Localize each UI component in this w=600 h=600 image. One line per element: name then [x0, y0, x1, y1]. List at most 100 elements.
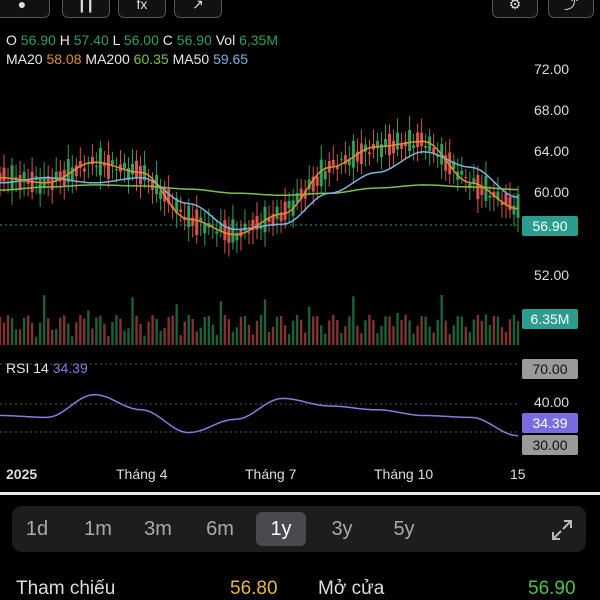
candle-body	[231, 219, 235, 243]
volume-bar	[87, 310, 90, 345]
candle-body	[215, 231, 219, 234]
volume-bar	[267, 332, 271, 345]
volume-bar	[179, 335, 182, 345]
volume-bar	[199, 327, 202, 345]
candle-body	[82, 168, 86, 172]
range-1y[interactable]: 1y	[256, 512, 306, 546]
volume-bar	[500, 327, 504, 345]
volume-bar	[59, 317, 62, 345]
volume-bar	[368, 315, 371, 345]
volume-bar	[38, 322, 42, 345]
candle-body	[460, 170, 464, 175]
volume-bar	[299, 319, 303, 345]
volume-bar	[231, 331, 235, 345]
volume-bar	[512, 315, 516, 345]
volume-bar	[211, 324, 215, 345]
volume-bar	[95, 317, 98, 345]
candle-body	[408, 130, 412, 152]
volume-bar	[275, 316, 279, 345]
volume-bar	[420, 316, 423, 345]
volume-bar	[388, 316, 391, 345]
volume-bar	[251, 334, 255, 345]
ma200-line	[0, 184, 519, 197]
volume-bar	[155, 318, 158, 345]
volume-bar	[159, 331, 162, 345]
candle-body	[223, 220, 227, 241]
volume-bar	[195, 331, 198, 345]
candle-body	[388, 133, 392, 156]
volume-bar	[127, 328, 130, 345]
range-3y[interactable]: 3y	[316, 506, 368, 552]
volume-bar	[492, 315, 496, 345]
volume-bar	[207, 315, 211, 345]
range-1d[interactable]: 1d	[12, 506, 62, 552]
candle-body	[339, 159, 343, 161]
volume-bar	[119, 318, 122, 345]
candle-body	[38, 178, 42, 194]
volume-bar	[79, 315, 82, 345]
range-5y[interactable]: 5y	[378, 506, 430, 552]
candle-body	[74, 165, 78, 177]
time-tick: 15	[510, 466, 526, 482]
candle-body	[319, 159, 323, 187]
range-6m[interactable]: 6m	[194, 506, 246, 552]
volume-bar	[456, 316, 459, 345]
volume-bar	[255, 320, 259, 345]
volume-bar	[464, 326, 467, 345]
volume-bar	[91, 328, 94, 345]
volume-bar	[480, 320, 484, 345]
volume-bar	[516, 321, 520, 345]
candle-body	[114, 169, 118, 171]
candle-body	[66, 158, 70, 183]
open-price-value: 56.90	[528, 578, 576, 599]
candle-body	[2, 167, 6, 182]
volume-bar	[448, 333, 451, 345]
price-chart[interactable]	[0, 0, 600, 490]
volume-bar	[364, 320, 367, 345]
volume-bar	[320, 325, 323, 345]
volume-bar	[123, 330, 126, 345]
candle-body	[416, 132, 420, 148]
volume-bar	[10, 318, 14, 345]
candle-body	[106, 154, 110, 179]
volume-bar	[14, 329, 18, 345]
ref-price-value: 56.80	[230, 578, 278, 599]
volume-bar	[476, 315, 480, 345]
volume-bar	[283, 325, 287, 345]
candle-body	[512, 205, 516, 215]
expand-icon[interactable]	[550, 518, 574, 542]
volume-bar	[99, 315, 102, 345]
candle-body	[508, 196, 512, 211]
candle-body	[359, 143, 363, 165]
volume-bar	[488, 324, 492, 345]
candle-body	[315, 176, 319, 186]
volume-bar	[51, 329, 54, 345]
rsi-line	[0, 393, 519, 437]
candle-body	[275, 206, 279, 220]
volume-bar	[239, 316, 243, 345]
time-tick: 2025	[6, 466, 38, 482]
volume-bar	[22, 317, 26, 345]
volume-bar	[496, 316, 500, 345]
range-3m[interactable]: 3m	[132, 506, 184, 552]
candle-body	[139, 165, 143, 185]
volume-bar	[271, 326, 275, 345]
volume-bar	[111, 321, 114, 345]
volume-badge: 6.35M	[522, 309, 578, 329]
volume-bar	[247, 324, 251, 345]
candle-body	[351, 140, 355, 168]
range-1m[interactable]: 1m	[72, 506, 124, 552]
volume-bar	[316, 316, 319, 345]
volume-bar	[46, 318, 50, 345]
volume-bar	[26, 315, 30, 345]
volume-bar	[151, 315, 154, 345]
ref-price-label: Tham chiếu	[16, 578, 116, 599]
volume-bar	[135, 315, 138, 345]
time-tick: Tháng 4	[116, 466, 168, 482]
volume-bar	[328, 320, 331, 345]
volume-bar	[336, 319, 339, 345]
price-tick: 72.00	[534, 61, 570, 77]
volume-bar	[303, 332, 307, 345]
volume-bar	[412, 333, 415, 345]
volume-bar	[227, 319, 231, 345]
